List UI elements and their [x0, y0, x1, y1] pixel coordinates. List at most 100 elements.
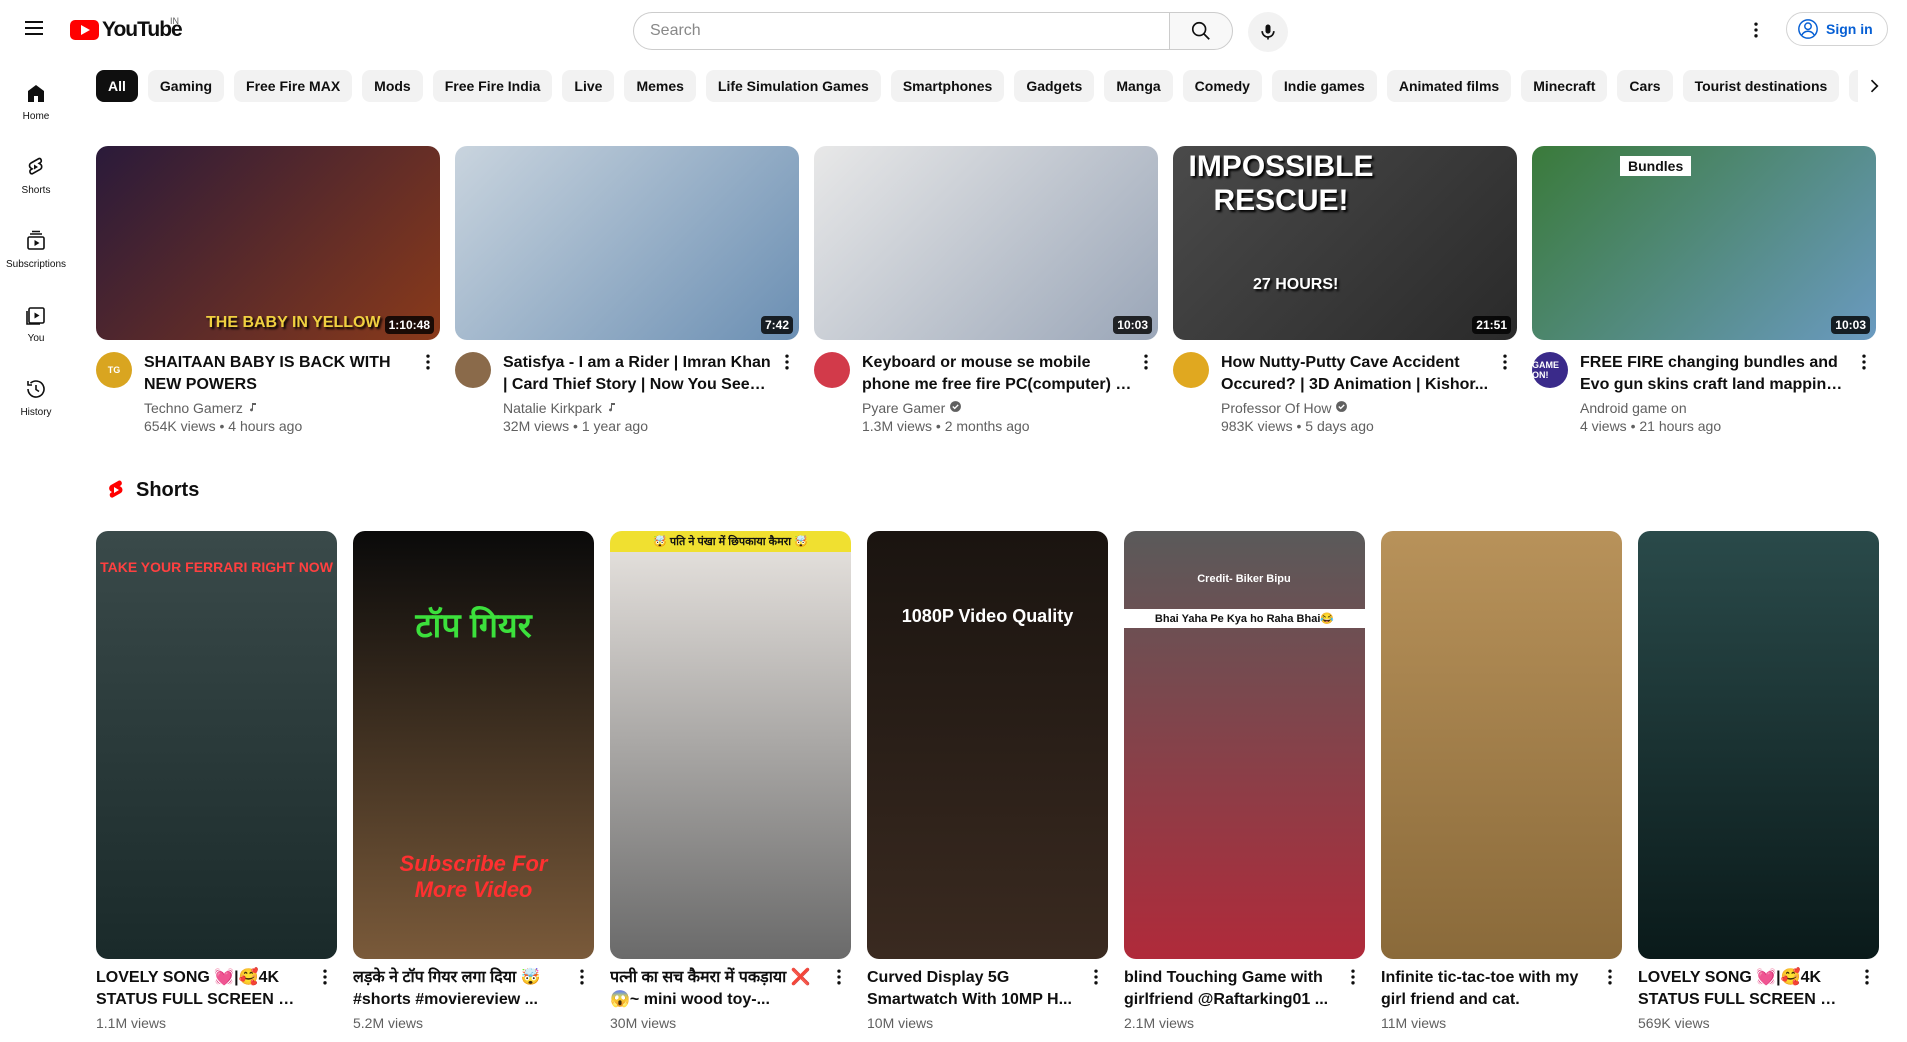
short-thumbnail[interactable]: 🤯 पति ने पंखा में छिपकाया कैमरा 🤯: [610, 531, 851, 959]
filter-chip[interactable]: Free Fire MAX: [234, 70, 353, 102]
short-thumbnail[interactable]: [1638, 531, 1879, 959]
video-title[interactable]: Keyboard or mouse se mobile phone me fre…: [862, 352, 1134, 396]
short-actions-button[interactable]: [1598, 967, 1622, 991]
short-card[interactable]: Infinite tic-tac-toe with my girl friend…: [1381, 531, 1622, 1031]
video-title[interactable]: Satisfya - I am a Rider | Imran Khan | C…: [503, 352, 775, 396]
filter-chip[interactable]: Live: [562, 70, 615, 102]
short-title[interactable]: blind Touching Game with girlfriend @Raf…: [1124, 967, 1341, 1011]
short-card[interactable]: 🤯 पति ने पंखा में छिपकाया कैमरा 🤯 पत्नी क…: [610, 531, 851, 1031]
video-card[interactable]: IMPOSSIBLE RESCUE! 27 HOURS! 21:51 How Nutt…: [1173, 146, 1517, 434]
short-card[interactable]: LOVELY SONG 💓|🥰4K STATUS FULL SCREEN ✨ .…: [1638, 531, 1879, 1031]
microphone-icon: [1261, 24, 1275, 40]
channel-avatar[interactable]: [455, 352, 491, 388]
filter-chip[interactable]: Cars: [1617, 70, 1673, 102]
channel-avatar[interactable]: [1173, 352, 1209, 388]
music-note-icon: [606, 400, 618, 416]
short-actions-button[interactable]: [570, 967, 594, 991]
channel-name[interactable]: Techno Gamerz: [144, 400, 243, 416]
thumbnail-subtext: 27 HOURS!: [1253, 276, 1339, 293]
sidebar-item-shorts[interactable]: Shorts: [0, 138, 72, 212]
video-thumbnail[interactable]: 7:42: [455, 146, 799, 340]
channel-avatar[interactable]: [814, 352, 850, 388]
short-thumbnail[interactable]: [1381, 531, 1622, 959]
short-title[interactable]: Infinite tic-tac-toe with my girl friend…: [1381, 967, 1598, 1011]
short-card[interactable]: TAKE YOUR FERRARI RIGHT NOW LOVELY SONG 💓…: [96, 531, 337, 1031]
video-info: GAME ON! FREE FIRE changing bundles and E…: [1532, 352, 1876, 434]
video-title[interactable]: How Nutty-Putty Cave Accident Occured? |…: [1221, 352, 1493, 396]
filter-chip[interactable]: Minecraft: [1521, 70, 1608, 102]
channel-name[interactable]: Natalie Kirkpark: [503, 400, 602, 416]
sign-in-button[interactable]: Sign in: [1786, 12, 1888, 46]
short-thumbnail[interactable]: 1080P Video Quality: [867, 531, 1108, 959]
video-actions-button[interactable]: [1852, 352, 1876, 376]
filter-chip[interactable]: Mods: [362, 70, 423, 102]
filter-chip[interactable]: Tourist destinations: [1682, 70, 1840, 102]
sidebar-item-home[interactable]: Home: [0, 64, 72, 138]
filter-chip[interactable]: Gaming: [147, 70, 225, 102]
short-thumbnail[interactable]: Bhai Yaha Pe Kya ho Raha Bhai😂 Credit- Bi…: [1124, 531, 1365, 959]
sidebar-item-subscriptions[interactable]: Subscriptions: [0, 212, 72, 286]
settings-more-button[interactable]: [1740, 14, 1772, 46]
video-card[interactable]: THE BABY IN YELLOW 1:10:48 TG SHAITAAN BABY…: [96, 146, 440, 434]
filter-chip[interactable]: Gadgets: [1014, 70, 1095, 102]
short-actions-button[interactable]: [313, 967, 337, 991]
short-title[interactable]: Curved Display 5G Smartwatch With 10MP H…: [867, 967, 1084, 1011]
filter-chip[interactable]: Memes: [624, 70, 696, 102]
short-card[interactable]: Bhai Yaha Pe Kya ho Raha Bhai😂 Credit- Bi…: [1124, 531, 1365, 1031]
filter-chip[interactable]: Life Simulation Games: [705, 70, 881, 102]
video-card[interactable]: Bundles 10:03 GAME ON! FREE FIRE changing b…: [1532, 146, 1876, 434]
subscriptions-icon: [27, 230, 45, 250]
short-card[interactable]: 1080P Video Quality Curved Display 5G Sma…: [867, 531, 1108, 1031]
upload-age: 4 hours ago: [228, 418, 303, 434]
video-duration: 10:03: [1113, 316, 1152, 334]
video-card[interactable]: 10:03 Keyboard or mouse se mobile phone m…: [814, 146, 1158, 434]
channel-name[interactable]: Professor Of How: [1221, 400, 1331, 416]
short-title[interactable]: LOVELY SONG 💓|🥰4K STATUS FULL SCREEN ✨ .…: [1638, 967, 1855, 1011]
shorts-shelf: TAKE YOUR FERRARI RIGHT NOW LOVELY SONG 💓…: [96, 531, 1879, 1031]
filter-chip[interactable]: Free Fire India: [432, 70, 553, 102]
channel-name[interactable]: Pyare Gamer: [862, 400, 945, 416]
filter-chip[interactable]: Smartphones: [890, 70, 1005, 102]
video-actions-button[interactable]: [416, 352, 440, 376]
filter-chip[interactable]: Indie games: [1271, 70, 1377, 102]
short-title[interactable]: पत्नी का सच कैमरा में पकड़ाया ❌😱~ mini w…: [610, 967, 827, 1011]
channel-avatar[interactable]: GAME ON!: [1532, 352, 1568, 388]
short-title[interactable]: लड़के ने टॉप गियर लगा दिया 🤯 #shorts #mo…: [353, 967, 570, 1011]
short-card[interactable]: टॉप गियर Subscribe For More Video लड़के ने…: [353, 531, 594, 1031]
filter-chip[interactable]: Animated films: [1386, 70, 1512, 102]
filter-chip[interactable]: Comedy: [1182, 70, 1262, 102]
short-thumbnail[interactable]: TAKE YOUR FERRARI RIGHT NOW: [96, 531, 337, 959]
filter-chip[interactable]: Manga: [1104, 70, 1173, 102]
short-thumbnail[interactable]: टॉप गियर Subscribe For More Video: [353, 531, 594, 959]
channel-avatar[interactable]: TG: [96, 352, 132, 388]
sidebar-item-you[interactable]: You: [0, 286, 72, 360]
youtube-logo[interactable]: YouTube IN: [70, 16, 183, 42]
sidebar-item-history[interactable]: History: [0, 360, 72, 434]
search-input[interactable]: [633, 12, 1169, 50]
chips-next-button[interactable]: [1858, 70, 1890, 102]
menu-button[interactable]: [18, 12, 50, 44]
video-title[interactable]: SHAITAAN BABY IS BACK WITH NEW POWERS: [144, 352, 416, 396]
short-actions-button[interactable]: [1855, 967, 1879, 991]
video-actions-button[interactable]: [1134, 352, 1158, 376]
voice-search-button[interactable]: [1248, 12, 1288, 52]
filter-chip[interactable]: All: [96, 70, 138, 102]
short-title[interactable]: LOVELY SONG 💓|🥰4K STATUS FULL SCREEN ✨ .…: [96, 967, 313, 1011]
video-card[interactable]: 7:42 Satisfya - I am a Rider | Imran Khan…: [455, 146, 799, 434]
channel-line: Pyare Gamer: [862, 400, 1134, 416]
video-thumbnail[interactable]: IMPOSSIBLE RESCUE! 27 HOURS! 21:51: [1173, 146, 1517, 340]
video-actions-button[interactable]: [775, 352, 799, 376]
video-thumbnail[interactable]: Bundles 10:03: [1532, 146, 1876, 340]
sign-in-label: Sign in: [1826, 21, 1873, 37]
video-title[interactable]: FREE FIRE changing bundles and Evo gun s…: [1580, 352, 1852, 396]
video-thumbnail[interactable]: 10:03: [814, 146, 1158, 340]
video-actions-button[interactable]: [1493, 352, 1517, 376]
short-actions-button[interactable]: [1341, 967, 1365, 991]
video-text: Keyboard or mouse se mobile phone me fre…: [862, 352, 1134, 434]
search-button[interactable]: [1169, 12, 1233, 50]
channel-name[interactable]: Android game on: [1580, 400, 1687, 416]
video-thumbnail[interactable]: THE BABY IN YELLOW 1:10:48: [96, 146, 440, 340]
short-actions-button[interactable]: [827, 967, 851, 991]
avatar-text: GAME ON!: [1532, 360, 1559, 380]
short-actions-button[interactable]: [1084, 967, 1108, 991]
